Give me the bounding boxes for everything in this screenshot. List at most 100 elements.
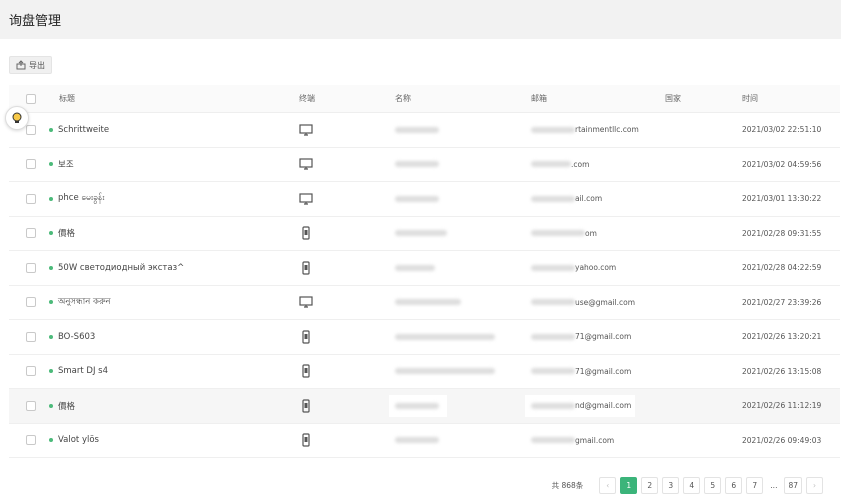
- status-dot: [49, 369, 53, 374]
- page-button[interactable]: 3: [662, 476, 680, 494]
- email-text: yahoo.com: [575, 263, 617, 273]
- status-dot: [49, 300, 53, 305]
- page-button[interactable]: 2: [641, 476, 659, 494]
- row-title[interactable]: 價格: [58, 227, 75, 239]
- terminal-cell: [299, 251, 313, 285]
- desktop-icon: [299, 158, 313, 170]
- email-text: rtainmentllc.com: [575, 125, 639, 135]
- toolbar: 导出: [0, 39, 841, 85]
- row-title[interactable]: 보조: [58, 158, 74, 170]
- row-time: 2021/03/02 04:59:56: [742, 159, 822, 169]
- row-time: 2021/02/26 11:12:19: [742, 401, 822, 411]
- email-text: use@gmail.com: [575, 297, 636, 307]
- row-time: 2021/02/26 13:20:21: [742, 332, 822, 342]
- column-title[interactable]: 标题: [59, 85, 75, 112]
- terminal-cell: [299, 355, 313, 389]
- name-cell: [395, 148, 439, 182]
- email-cell: yahoo.com: [531, 251, 616, 285]
- desktop-icon: [299, 193, 313, 205]
- email-text: 71@gmail.com: [575, 332, 632, 342]
- row-title[interactable]: 50W светодиодный экстаз^: [58, 263, 184, 273]
- page-button[interactable]: 5: [704, 476, 722, 494]
- tip-bulb-button[interactable]: [5, 106, 29, 130]
- mobile-icon: [302, 261, 310, 275]
- table-row[interactable]: BO-S603 71@gmail.com 2021/02/26 13:20:21: [9, 320, 840, 355]
- next-page-button[interactable]: ›: [806, 476, 823, 494]
- table-header: 标题 终端 名称 邮箱 国家 时间: [9, 85, 840, 113]
- name-cell: [395, 320, 495, 354]
- export-icon: [16, 60, 26, 70]
- select-all-checkbox[interactable]: [26, 93, 36, 104]
- row-checkbox[interactable]: [26, 228, 36, 239]
- row-time: 2021/02/28 09:31:55: [742, 228, 822, 238]
- email-cell: nd@gmail.com: [525, 389, 635, 423]
- row-checkbox[interactable]: [26, 124, 36, 135]
- name-cell: [395, 286, 461, 320]
- terminal-cell: [299, 286, 313, 320]
- row-checkbox[interactable]: [26, 193, 36, 204]
- status-dot: [49, 231, 53, 236]
- row-time: 2021/02/27 23:39:26: [742, 297, 822, 307]
- row-checkbox[interactable]: [26, 262, 36, 273]
- row-checkbox[interactable]: [26, 435, 36, 446]
- desktop-icon: [299, 296, 313, 308]
- table-body: Schrittweite rtainmentllc.com 2021/03/02…: [9, 113, 840, 458]
- table-row[interactable]: 價格 om 2021/02/28 09:31:55: [9, 217, 840, 251]
- row-title[interactable]: BO-S603: [58, 332, 95, 342]
- row-checkbox[interactable]: [26, 297, 36, 308]
- email-text: om: [585, 228, 597, 238]
- table-row[interactable]: Schrittweite rtainmentllc.com 2021/03/02…: [9, 113, 840, 148]
- row-title[interactable]: phce မေးခွန်း: [58, 193, 104, 205]
- row-checkbox[interactable]: [26, 331, 36, 342]
- page-ellipsis: ...: [770, 480, 778, 490]
- table-row[interactable]: Valot ylös gmail.com 2021/02/26 09:49:03: [9, 424, 840, 458]
- name-cell: [395, 113, 439, 147]
- desktop-icon: [299, 124, 313, 136]
- table-row[interactable]: Smart DJ s4 71@gmail.com 2021/02/26 13:1…: [9, 355, 840, 389]
- terminal-cell: [299, 148, 313, 182]
- column-country[interactable]: 国家: [665, 85, 681, 112]
- terminal-cell: [299, 389, 313, 423]
- status-dot: [49, 403, 53, 408]
- page-button[interactable]: 7: [746, 476, 764, 494]
- row-time: 2021/02/26 09:49:03: [742, 435, 822, 445]
- page-button[interactable]: 1: [620, 476, 638, 494]
- export-button[interactable]: 导出: [9, 56, 52, 74]
- page-button[interactable]: 4: [683, 476, 701, 494]
- table-row[interactable]: 보조 .com 2021/03/02 04:59:56: [9, 148, 840, 182]
- pagination: 共 868条 ‹ 1 2 3 4 5 6 7... 87 ›: [0, 475, 841, 495]
- row-time: 2021/02/28 04:22:59: [742, 263, 822, 273]
- status-dot: [49, 162, 53, 167]
- row-time: 2021/02/26 13:15:08: [742, 366, 822, 376]
- column-terminal[interactable]: 终端: [299, 85, 315, 112]
- email-text: gmail.com: [575, 435, 615, 445]
- table-row[interactable]: 價格 nd@gmail.com 2021/02/26 11:12:19: [9, 389, 840, 424]
- page-button[interactable]: 6: [725, 476, 743, 494]
- page-button[interactable]: 87: [784, 476, 802, 494]
- total-count: 共 868条: [551, 480, 584, 490]
- row-time: 2021/03/02 22:51:10: [742, 125, 822, 135]
- row-title[interactable]: Valot ylös: [58, 435, 99, 445]
- mobile-icon: [302, 226, 310, 240]
- mobile-icon: [302, 399, 310, 413]
- row-checkbox[interactable]: [26, 400, 36, 411]
- row-title[interactable]: 價格: [58, 400, 75, 412]
- status-dot: [49, 265, 53, 270]
- row-title[interactable]: Schrittweite: [58, 125, 109, 135]
- row-title[interactable]: Smart DJ s4: [58, 366, 108, 376]
- row-checkbox[interactable]: [26, 159, 36, 170]
- name-cell: [395, 182, 439, 216]
- table-row[interactable]: phce မေးခွန်း ail.com 2021/03/01 13:30:2…: [9, 182, 840, 217]
- name-cell: [395, 251, 435, 285]
- column-name[interactable]: 名称: [395, 85, 411, 112]
- email-cell: 71@gmail.com: [531, 320, 631, 354]
- column-email[interactable]: 邮箱: [531, 85, 547, 112]
- table-row[interactable]: 50W светодиодный экстаз^ yahoo.com 2021/…: [9, 251, 840, 286]
- row-checkbox[interactable]: [26, 366, 36, 377]
- terminal-cell: [299, 182, 313, 216]
- column-time[interactable]: 时间: [742, 85, 758, 112]
- row-title[interactable]: অনুসন্ধান করুন: [58, 295, 111, 309]
- name-cell: [395, 424, 439, 458]
- prev-page-button[interactable]: ‹: [599, 476, 617, 494]
- table-row[interactable]: অনুসন্ধান করুন use@gmail.com 2021/02/27 …: [9, 286, 840, 320]
